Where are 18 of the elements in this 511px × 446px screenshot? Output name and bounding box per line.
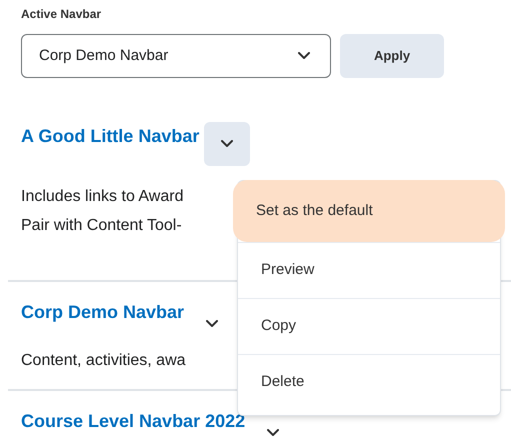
navbar-description: Content, activities, awa [21,351,186,371]
navbar-title-link[interactable]: Course Level Navbar 2022 [21,407,246,435]
chevron-down-icon [221,140,234,148]
menu-item[interactable]: Delete [238,354,500,410]
navbar-select[interactable]: Corp Demo Navbar [21,34,331,78]
field-label: Active Navbar [21,6,102,22]
chevron-down-icon [206,320,218,328]
menu-item[interactable]: Set as the default [233,180,505,242]
apply-button[interactable]: Apply [340,34,444,78]
menu-item[interactable]: Copy [238,298,500,354]
chevron-down-icon [267,429,280,437]
navbar-description: Includes links to Award [21,187,184,207]
navbar-title-link[interactable]: A Good Little Navbar [21,122,200,150]
chevron-down-icon [298,52,310,60]
navbar-title-link[interactable]: Corp Demo Navbar [21,298,184,326]
navbar-description: Pair with Content Tool- [21,216,182,236]
menu-item[interactable]: Preview [238,242,500,298]
actions-dropdown-button[interactable] [204,122,250,166]
